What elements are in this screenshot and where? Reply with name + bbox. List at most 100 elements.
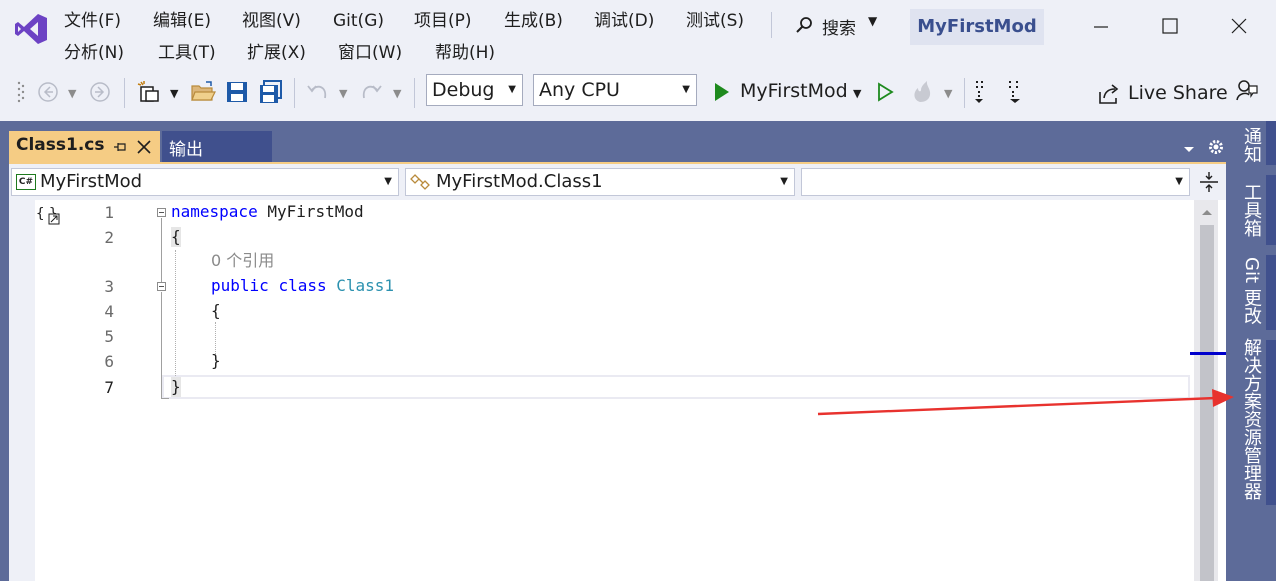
menu-edit[interactable]: 编辑(E)	[153, 10, 211, 32]
maximize-button[interactable]	[1150, 10, 1190, 42]
chevron-down-icon[interactable]: ▼	[393, 82, 401, 106]
scroll-up-icon[interactable]	[1200, 207, 1214, 217]
step-over-icon[interactable]	[1006, 80, 1026, 104]
chevron-down-icon[interactable]: ▼	[944, 82, 952, 106]
rail-tab-solution-explorer[interactable]: 解决方案资源管理器	[1236, 338, 1264, 500]
solution-configuration-dropdown[interactable]: Debug ▼	[426, 74, 523, 106]
hot-reload-icon[interactable]	[910, 80, 936, 104]
new-project-icon[interactable]	[137, 80, 163, 104]
type-dropdown[interactable]: MyFirstMod.Class1 ▼	[405, 168, 795, 196]
line-number: 2	[104, 228, 114, 247]
toolbar-grip-icon[interactable]	[16, 80, 26, 104]
menu-separator	[771, 12, 772, 38]
menu-help[interactable]: 帮助(H)	[435, 42, 495, 64]
chevron-down-icon[interactable]: ▼	[339, 82, 347, 106]
menu-test[interactable]: 测试(S)	[686, 10, 744, 32]
rail-tab-git-changes[interactable]: Git 更改	[1236, 257, 1264, 325]
keyword: namespace	[171, 202, 258, 221]
menu-analyze[interactable]: 分析(N)	[64, 42, 124, 64]
menu-build[interactable]: 生成(B)	[504, 10, 563, 32]
toolbar-separator	[124, 78, 125, 108]
chevron-down-icon: ▼	[682, 84, 690, 95]
save-all-icon[interactable]	[258, 80, 284, 104]
rail-tab-bar	[1266, 175, 1276, 245]
live-share-button[interactable]: Live Share	[1128, 81, 1228, 105]
search-box[interactable]: 搜索 ▼	[790, 10, 886, 40]
start-debug-play-icon[interactable]	[710, 80, 732, 104]
scrollbar-thumb[interactable]	[1200, 225, 1214, 581]
menu-git[interactable]: Git(G)	[333, 10, 384, 32]
open-folder-icon[interactable]	[190, 80, 216, 104]
code-line-3: public class Class1	[211, 276, 394, 296]
menu-tools[interactable]: 工具(T)	[158, 42, 216, 64]
pin-icon[interactable]	[113, 140, 127, 154]
menu-debug[interactable]: 调试(D)	[594, 10, 654, 32]
chevron-down-icon[interactable]: ▼	[170, 82, 178, 106]
class-icon	[410, 174, 430, 190]
menu-file[interactable]: 文件(F)	[64, 10, 121, 32]
rail-tab-bar	[1266, 255, 1276, 330]
menu-extensions[interactable]: 扩展(X)	[247, 42, 306, 64]
navigate-forward-icon[interactable]	[88, 80, 112, 104]
editor-margin	[9, 200, 35, 581]
chevron-down-icon: ▼	[384, 176, 392, 187]
codelens-references[interactable]: 0 个引用	[211, 251, 274, 271]
start-debug-button[interactable]: MyFirstMod	[740, 79, 848, 103]
brace: }	[171, 377, 181, 396]
tab-label: 输出	[169, 140, 203, 160]
namespace-name: MyFirstMod	[267, 202, 364, 221]
collapse-class-icon[interactable]	[157, 282, 166, 291]
minimize-button[interactable]	[1082, 10, 1122, 42]
code-line-7: }	[171, 377, 181, 397]
type-dropdown-value: MyFirstMod.Class1	[436, 171, 603, 192]
solution-configuration-value: Debug	[432, 79, 495, 101]
outline-line	[161, 292, 162, 399]
member-dropdown[interactable]: ▼	[801, 168, 1190, 196]
menu-window[interactable]: 窗口(W)	[338, 42, 402, 64]
settings-gear-icon[interactable]	[1207, 138, 1225, 156]
solution-platform-dropdown[interactable]: Any CPU ▼	[533, 74, 697, 106]
keyword: public	[211, 276, 269, 295]
toolbar-separator	[294, 78, 295, 108]
undo-icon[interactable]	[305, 80, 331, 104]
namespace-scope-icon[interactable]: { }	[36, 204, 62, 226]
code-line-4: {	[211, 301, 221, 321]
feedback-icon[interactable]	[1235, 78, 1259, 102]
project-dropdown-value: MyFirstMod	[40, 171, 143, 192]
start-without-debugging-icon[interactable]	[874, 80, 896, 104]
rail-tab-bar	[1266, 121, 1276, 165]
line-number: 4	[104, 302, 114, 321]
close-button[interactable]	[1218, 10, 1258, 42]
code-line-1: namespace MyFirstMod	[171, 202, 364, 222]
project-dropdown[interactable]: C# MyFirstMod ▼	[11, 168, 399, 196]
tab-output[interactable]: 输出	[162, 131, 272, 162]
close-tab-icon[interactable]	[136, 139, 152, 155]
outline-line	[161, 398, 169, 399]
brace: {	[211, 301, 221, 320]
menu-project[interactable]: 项目(P)	[414, 10, 472, 32]
rail-tab-toolbox[interactable]: 工具箱	[1236, 183, 1264, 237]
line-number: 3	[104, 277, 114, 296]
chevron-down-icon[interactable]: ▼	[853, 82, 861, 106]
indent-guide	[175, 250, 176, 376]
redo-icon[interactable]	[358, 80, 384, 104]
chevron-down-icon: ▼	[780, 176, 788, 187]
rail-tab-notifications[interactable]: 通知	[1236, 127, 1264, 163]
tab-overflow-dropdown-icon[interactable]	[1182, 142, 1196, 156]
class-name: Class1	[336, 276, 395, 295]
toolbar-separator	[414, 78, 415, 108]
save-icon[interactable]	[224, 80, 250, 104]
tab-class1-cs[interactable]: Class1.cs	[9, 131, 160, 162]
navigate-back-icon[interactable]	[36, 80, 60, 104]
rail-tab-bar	[1266, 340, 1276, 505]
chevron-down-icon[interactable]: ▼	[68, 82, 76, 106]
step-into-icon[interactable]	[974, 80, 990, 104]
collapse-namespace-icon[interactable]	[157, 208, 166, 217]
line-number: 1	[104, 203, 114, 222]
code-line-2: {	[171, 227, 181, 247]
outline-line	[161, 218, 162, 282]
live-share-icon[interactable]	[1096, 82, 1120, 106]
menu-view[interactable]: 视图(V)	[242, 10, 301, 32]
current-line-highlight	[162, 375, 1190, 399]
split-editor-icon[interactable]	[1198, 170, 1220, 194]
